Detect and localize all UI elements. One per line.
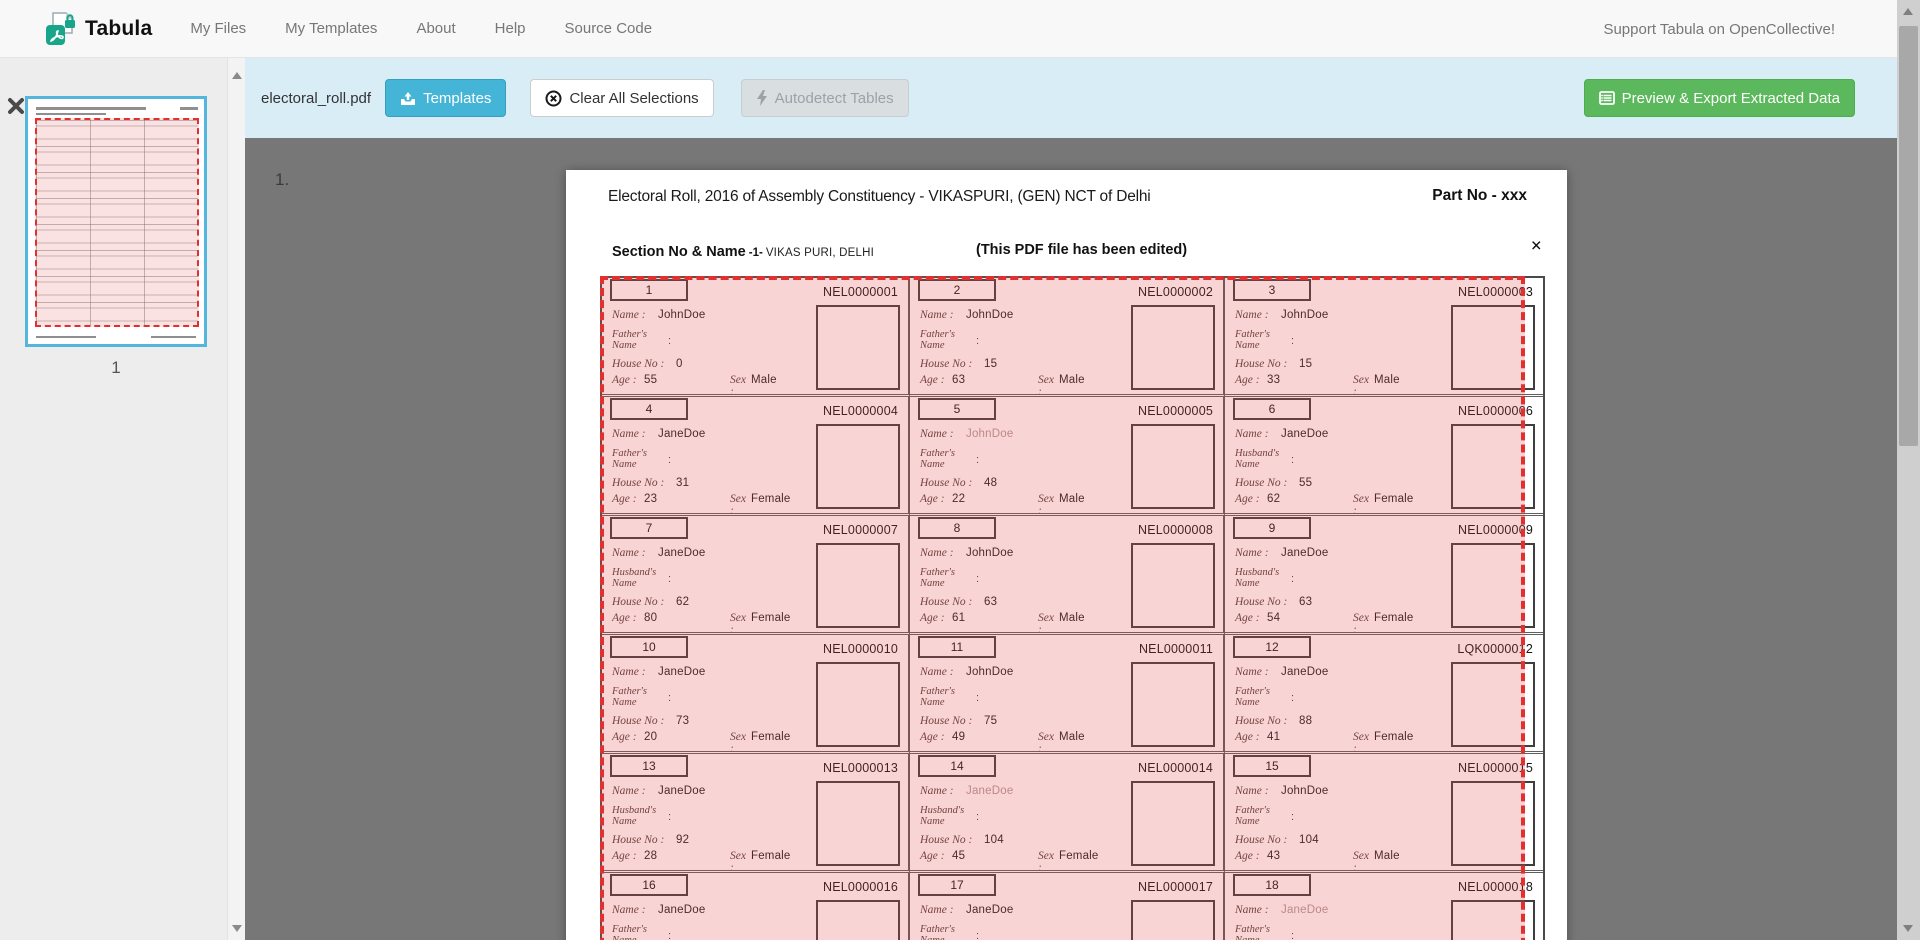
brand-name: Tabula: [85, 17, 152, 41]
nav-menu: My Files My Templates About Help Source …: [190, 20, 691, 37]
templates-button[interactable]: Templates: [385, 79, 506, 117]
scrollbar-thumb[interactable]: [1899, 26, 1918, 446]
scroll-up-icon[interactable]: [1903, 8, 1913, 15]
filename-label: electoral_roll.pdf: [261, 90, 371, 107]
clear-circle-x-icon: [545, 90, 562, 107]
nav-item-help[interactable]: Help: [495, 20, 526, 37]
autodetect-tables-label: Autodetect Tables: [775, 90, 894, 107]
selection-overlay[interactable]: [600, 276, 1525, 940]
page-thumbnail[interactable]: [25, 96, 207, 347]
part-number: Part No - xxx: [1432, 187, 1527, 205]
table-list-icon: [1599, 91, 1615, 105]
pdf-page[interactable]: Electoral Roll, 2016 of Assembly Constit…: [566, 170, 1567, 940]
tabula-logo-icon: [45, 12, 76, 46]
edited-note: (This PDF file has been edited): [976, 242, 1187, 258]
thumb-footer-bar: [36, 336, 96, 338]
section-name: VIKAS PURI, DELHI: [766, 247, 874, 259]
sidebar-scrollbar[interactable]: [227, 58, 245, 940]
templates-button-label: Templates: [423, 90, 491, 107]
sidebar-scroll-up-icon[interactable]: [232, 72, 242, 79]
document-title: Electoral Roll, 2016 of Assembly Constit…: [608, 188, 1151, 206]
section-label: Section No & Name: [612, 244, 746, 260]
toolbar: electoral_roll.pdf Templates Clear All S…: [245, 58, 1897, 138]
export-button-label: Preview & Export Extracted Data: [1622, 90, 1840, 107]
thumb-section-bar: [36, 113, 106, 115]
sidebar: 1: [0, 58, 245, 940]
window-scrollbar[interactable]: [1897, 0, 1920, 940]
templates-icon: [400, 91, 416, 106]
main-area: 1. Electoral Roll, 2016 of Assembly Cons…: [245, 138, 1897, 940]
nav-item-source-code[interactable]: Source Code: [565, 20, 653, 37]
thumb-footer-bar2: [151, 336, 196, 338]
thumbnail-page-number: 1: [25, 358, 207, 378]
export-button[interactable]: Preview & Export Extracted Data: [1584, 79, 1855, 117]
scroll-down-icon[interactable]: [1903, 925, 1913, 932]
support-link[interactable]: Support Tabula on OpenCollective!: [1603, 0, 1835, 58]
clear-selections-label: Clear All Selections: [569, 90, 698, 107]
lightning-icon: [756, 90, 768, 106]
thumb-partno-bar: [180, 107, 198, 110]
section-heading: Section No & Name -1- VIKAS PURI, DELHI: [612, 244, 874, 260]
nav-item-about[interactable]: About: [416, 20, 455, 37]
brand-link[interactable]: Tabula: [45, 12, 152, 46]
navbar: Tabula My Files My Templates About Help …: [0, 0, 1897, 58]
sidebar-scroll-down-icon[interactable]: [232, 925, 242, 932]
selection-close-button[interactable]: ×: [1531, 236, 1542, 256]
clear-selections-button[interactable]: Clear All Selections: [530, 79, 713, 117]
nav-item-my-templates[interactable]: My Templates: [285, 20, 377, 37]
page-number-marker: 1.: [275, 170, 289, 190]
nav-item-my-files[interactable]: My Files: [190, 20, 246, 37]
section-number: -1-: [749, 247, 763, 259]
thumbnail-selection-overlay: [35, 118, 199, 327]
thumb-title-bar: [36, 107, 146, 110]
thumbnail-close-icon[interactable]: [6, 96, 26, 116]
autodetect-tables-button[interactable]: Autodetect Tables: [741, 79, 909, 117]
